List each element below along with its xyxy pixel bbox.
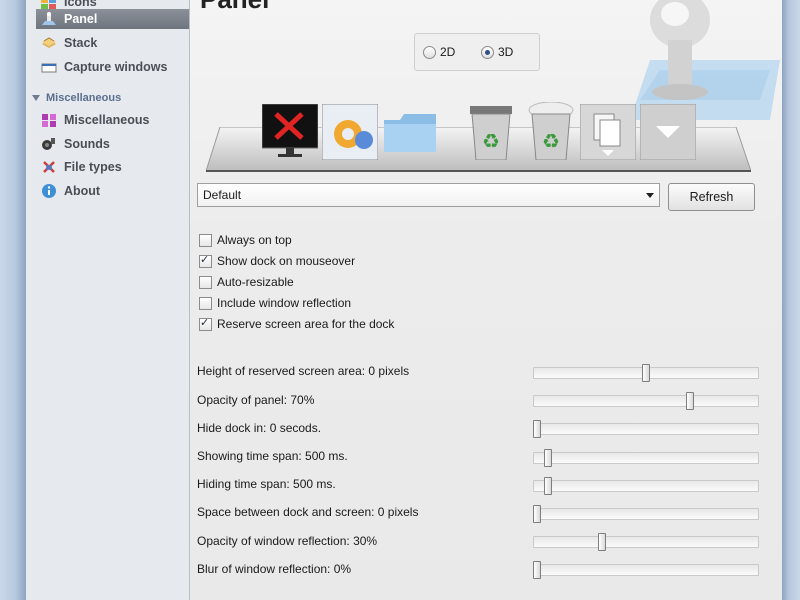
slider-panel-opacity[interactable]: [533, 392, 759, 410]
slider-thumb[interactable]: [543, 449, 552, 467]
sidebar-item-label: About: [64, 184, 101, 198]
slider-label-space-dock-screen: Space between dock and screen: 0 pixels: [197, 505, 419, 519]
slider-thumb[interactable]: [533, 420, 541, 438]
slider-reflection-opacity[interactable]: [533, 533, 759, 551]
slider-label-showing-time: Showing time span: 500 ms.: [197, 449, 348, 463]
page-title: Panel: [200, 0, 269, 15]
xp-monitor-icon[interactable]: [261, 103, 319, 160]
slider-thumb[interactable]: [543, 477, 552, 495]
slider-thumb[interactable]: [598, 533, 607, 551]
radio-3d[interactable]: 3D: [481, 45, 513, 59]
folder-icon[interactable]: [382, 108, 438, 158]
refresh-button[interactable]: Refresh: [668, 183, 755, 211]
slider-label-reflection-blur: Blur of window reflection: 0%: [197, 562, 352, 576]
window-left-border: [0, 0, 26, 600]
sidebar-item-label: Capture windows: [64, 60, 168, 74]
sidebar-item-sounds[interactable]: Sounds: [40, 134, 189, 154]
sidebar-item-label: Miscellaneous: [64, 113, 150, 127]
sidebar-item-file-types[interactable]: File types: [40, 157, 189, 177]
recycle-bin-empty-icon[interactable]: ♻: [466, 106, 516, 161]
radio-2d-indicator: [423, 45, 436, 59]
slider-hide-dock[interactable]: [533, 420, 759, 438]
sidebar-item-panel[interactable]: Panel: [36, 9, 189, 29]
checkbox-reserve-screen-area[interactable]: Reserve screen area for the dock: [199, 316, 394, 331]
checkbox-show-dock-on-mouseover[interactable]: Show dock on mouseover: [199, 253, 355, 268]
checkbox-indicator: [199, 316, 212, 331]
panel-icon: [40, 11, 58, 27]
svg-text:♻: ♻: [542, 131, 560, 153]
sidebar-item-label: File types: [64, 160, 122, 174]
dropdown-arrow-icon[interactable]: [639, 103, 697, 161]
slider-reflection-blur[interactable]: [533, 561, 759, 579]
theme-select-value: Default: [203, 188, 242, 202]
slider-hiding-time[interactable]: [533, 477, 759, 495]
sidebar-item-label: Sounds: [64, 137, 110, 151]
checkbox-indicator: [199, 253, 212, 268]
slider-label-hide-dock: Hide dock in: 0 secods.: [197, 421, 322, 435]
radio-3d-indicator: [481, 45, 494, 59]
slider-reserved-height[interactable]: [533, 364, 759, 382]
slider-thumb[interactable]: [533, 561, 541, 579]
checkbox-always-on-top[interactable]: Always on top: [199, 233, 292, 247]
sidebar-item-capture-windows[interactable]: Capture windows: [40, 57, 189, 77]
recycle-bin-full-icon[interactable]: ♻: [526, 101, 576, 161]
settings-icon[interactable]: [321, 103, 379, 161]
slider-thumb[interactable]: [685, 392, 694, 410]
slider-thumb[interactable]: [642, 364, 650, 382]
theme-select[interactable]: Default: [197, 183, 660, 207]
capture-windows-icon: [40, 59, 58, 75]
slider-label-hiding-time: Hiding time span: 500 ms.: [197, 477, 336, 491]
slider-label-panel-opacity: Opacity of panel: 70%: [197, 393, 315, 407]
collapse-arrow-icon: [32, 95, 40, 101]
sidebar-item-about[interactable]: About: [40, 181, 189, 201]
slider-label-reflection-opacity: Opacity of window reflection: 30%: [197, 534, 378, 548]
file-types-icon: [40, 159, 58, 175]
sounds-icon: [40, 136, 58, 152]
section-header-miscellaneous[interactable]: Miscellaneous: [32, 92, 121, 104]
chevron-down-icon: [646, 192, 654, 198]
checkbox-indicator: [199, 233, 212, 247]
checkbox-indicator: [199, 275, 212, 289]
about-icon: [40, 183, 58, 199]
main-content: Panel 2D 3D: [190, 0, 782, 600]
view-mode-group: 2D 3D: [414, 33, 540, 71]
sidebar-item-miscellaneous[interactable]: Miscellaneous: [40, 110, 189, 130]
checkbox-auto-resizable[interactable]: Auto-resizable: [199, 275, 294, 289]
slider-showing-time[interactable]: [533, 449, 759, 467]
slider-thumb[interactable]: [533, 505, 541, 523]
sidebar-item-label: Stack: [64, 36, 98, 50]
slider-label-reserved-height: Height of reserved screen area: 0 pixels: [197, 364, 410, 378]
checkbox-include-window-reflection[interactable]: Include window reflection: [199, 296, 351, 310]
miscellaneous-icon: [40, 112, 58, 128]
stack-icon: [40, 35, 58, 51]
sidebar-item-stack[interactable]: Stack: [40, 33, 189, 53]
checkbox-indicator: [199, 296, 212, 310]
sidebar-item-label: Panel: [64, 12, 98, 26]
svg-text:♻: ♻: [482, 131, 500, 153]
window-right-border: [782, 0, 800, 600]
sidebar-item-label: Icons: [64, 0, 97, 9]
stack-documents-icon[interactable]: [579, 103, 637, 161]
slider-space-dock-screen[interactable]: [533, 505, 759, 523]
radio-2d[interactable]: 2D: [423, 45, 455, 59]
sidebar: Icons Panel Stack Capture windows Miscel…: [26, 0, 190, 600]
